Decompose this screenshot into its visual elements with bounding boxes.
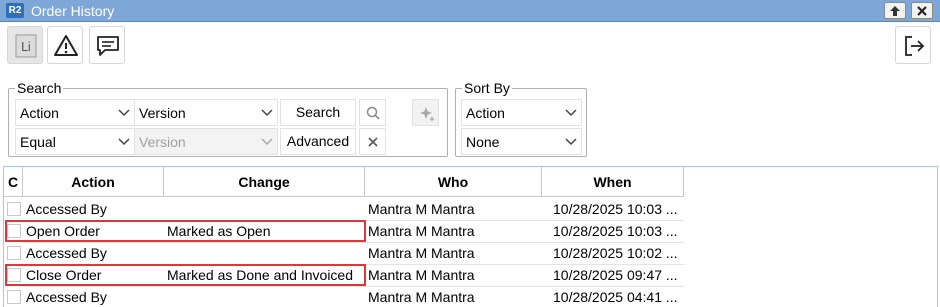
chevron-down-icon <box>261 138 273 146</box>
action-cell: Accessed By <box>26 245 107 261</box>
chevron-down-icon <box>118 138 130 146</box>
title-bar: R2 Order History <box>0 0 940 22</box>
action-cell: Accessed By <box>26 201 107 217</box>
who-cell: Mantra M Mantra <box>368 223 475 239</box>
column-header-when[interactable]: When <box>542 167 684 197</box>
exit-button[interactable] <box>895 26 931 64</box>
change-cell <box>164 286 365 307</box>
sort-order-select[interactable]: None <box>461 128 582 155</box>
search-button[interactable]: Search <box>280 99 356 126</box>
logout-icon <box>905 36 925 56</box>
app-logo: R2 <box>6 3 24 18</box>
column-header-who[interactable]: Who <box>365 167 542 197</box>
version-value: Version <box>139 105 186 121</box>
list-glyph: Li <box>21 40 31 54</box>
comments-button[interactable] <box>89 26 125 64</box>
close-button[interactable] <box>911 2 933 19</box>
change-cell: Marked as Done and Invoiced <box>167 267 353 283</box>
table-row[interactable]: Accessed By Mantra M Mantra 10/28/2025 0… <box>4 286 684 307</box>
operator-value: Equal <box>20 134 56 150</box>
change-cell: Marked as Open <box>167 223 271 239</box>
search-legend: Search <box>17 80 62 96</box>
chevron-down-icon <box>261 109 273 117</box>
close-icon <box>917 6 927 16</box>
clear-search-button[interactable] <box>359 128 386 155</box>
chevron-down-icon <box>118 109 130 117</box>
search-field-select[interactable]: Action <box>15 99 135 126</box>
sort-field-value: Action <box>466 105 505 121</box>
search-icon <box>366 106 380 120</box>
row-checkbox[interactable] <box>7 202 21 216</box>
who-cell: Mantra M Mantra <box>368 289 475 305</box>
table-row[interactable]: Close Order Marked as Done and Invoiced … <box>4 264 684 286</box>
column-header-c[interactable]: C <box>4 167 23 197</box>
table-row[interactable]: Open Order Marked as Open Mantra M Mantr… <box>4 220 684 242</box>
order-history-grid: C Action Change Who When Accessed By Man… <box>3 166 938 307</box>
arrow-up-icon <box>890 6 900 16</box>
when-cell: 10/28/2025 04:41 ... <box>553 289 678 305</box>
row-checkbox[interactable] <box>7 268 21 282</box>
search-icon-button[interactable] <box>359 99 386 126</box>
action-cell: Open Order <box>26 223 100 239</box>
warning-icon <box>54 35 78 56</box>
when-cell: 10/28/2025 09:47 ... <box>553 267 678 283</box>
sort-order-value: None <box>466 134 500 150</box>
row-checkbox[interactable] <box>7 290 21 304</box>
comment-icon <box>97 36 119 56</box>
action-cell: Accessed By <box>26 289 107 305</box>
sort-legend: Sort By <box>464 80 510 96</box>
operator-select[interactable]: Equal <box>15 128 135 155</box>
change-cell <box>164 242 365 264</box>
version-placeholder: Version <box>139 134 186 150</box>
sort-field-select[interactable]: Action <box>461 99 582 126</box>
version-value-select: Version <box>134 128 278 155</box>
change-cell <box>164 198 365 220</box>
column-header-action[interactable]: Action <box>23 167 164 197</box>
restore-button[interactable] <box>884 2 906 19</box>
action-cell: Close Order <box>26 267 102 283</box>
table-row[interactable]: Accessed By Mantra M Mantra 10/28/2025 1… <box>4 198 684 220</box>
sparkle-icon <box>420 107 435 122</box>
who-cell: Mantra M Mantra <box>368 245 475 261</box>
who-cell: Mantra M Mantra <box>368 267 475 283</box>
list-view-button[interactable]: Li <box>7 26 43 64</box>
close-icon <box>368 137 378 147</box>
warnings-button[interactable] <box>47 26 83 64</box>
advanced-button[interactable]: Advanced <box>280 128 356 155</box>
ai-assist-button[interactable] <box>412 99 439 126</box>
search-field-value: Action <box>20 105 59 121</box>
chevron-down-icon <box>565 138 577 146</box>
who-cell: Mantra M Mantra <box>368 201 475 217</box>
chevron-down-icon <box>565 109 577 117</box>
version-select[interactable]: Version <box>134 99 278 126</box>
when-cell: 10/28/2025 10:02 ... <box>553 245 678 261</box>
row-checkbox[interactable] <box>7 224 21 238</box>
table-row[interactable]: Accessed By Mantra M Mantra 10/28/2025 1… <box>4 242 684 264</box>
when-cell: 10/28/2025 10:03 ... <box>553 223 678 239</box>
row-checkbox[interactable] <box>7 246 21 260</box>
column-header-change[interactable]: Change <box>164 167 365 197</box>
window-title: Order History <box>31 3 115 19</box>
when-cell: 10/28/2025 10:03 ... <box>553 201 678 217</box>
list-icon: Li <box>15 34 37 58</box>
